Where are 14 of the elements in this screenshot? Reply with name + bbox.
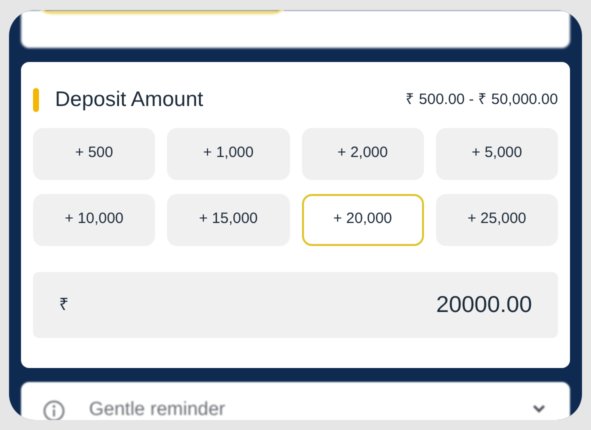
- reminder-title: Gentle reminder: [89, 398, 226, 420]
- amount-range: ₹ 500.00 - ₹ 50,000.00: [406, 90, 558, 110]
- amount-field[interactable]: ₹ 20000.00: [33, 272, 558, 338]
- info-icon: [43, 400, 65, 420]
- section-title: Deposit Amount: [55, 87, 204, 113]
- amount-option[interactable]: + 25,000: [436, 194, 558, 246]
- amount-option[interactable]: + 1,000: [167, 128, 290, 180]
- amount-option[interactable]: + 20,000: [302, 194, 424, 246]
- amount-option[interactable]: + 5,000: [436, 128, 558, 180]
- amount-option[interactable]: + 15,000: [167, 194, 290, 246]
- amount-option[interactable]: + 10,000: [33, 194, 156, 246]
- amount-option[interactable]: + 500: [33, 128, 156, 180]
- accent-bar: [33, 88, 39, 112]
- amount-option[interactable]: + 2,000: [302, 128, 424, 180]
